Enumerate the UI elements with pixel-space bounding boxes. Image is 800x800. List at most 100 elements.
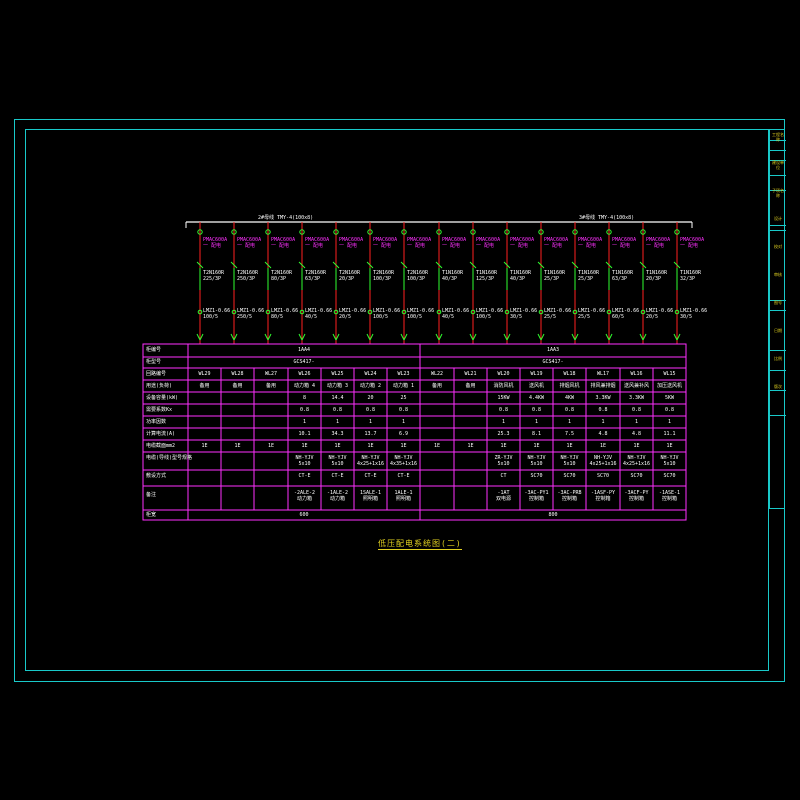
table-cell: 6.9 <box>398 431 409 437</box>
table-cell: 加压送风机 <box>656 383 682 389</box>
feeder-meter-tag: PMAC600A 一 配电 <box>476 237 501 249</box>
feeder-meter-tag: PMAC600A 一 配电 <box>442 237 467 249</box>
table-cell: WL15 <box>663 371 676 377</box>
table-row-label: 功率因数 <box>146 419 167 425</box>
table-cell: 3.3KW <box>595 395 611 401</box>
panel-model: GCS417- <box>293 359 315 365</box>
table-cell: -1AT 双电源 <box>495 490 511 502</box>
feeder-breaker-tag: T2N160R 100/3P <box>373 270 395 282</box>
feeder-breaker-tag: T1N160R 40/3P <box>510 270 532 282</box>
table-cell: 1 <box>534 419 538 425</box>
table-cell: 1 <box>667 419 671 425</box>
table-cell: 1 <box>501 419 505 425</box>
table-cell: 1E <box>533 443 540 449</box>
feeder-ct-tag: LMZ1-0.66 20/5 <box>646 308 674 320</box>
table-cell: 1E <box>599 443 607 449</box>
table-cell: 34.3 <box>331 431 344 437</box>
table-cell: 排风兼排烟 <box>590 383 616 389</box>
table-cell: 备用 <box>199 383 210 389</box>
table-cell: 1 <box>302 419 306 425</box>
table-cell: 0.8 <box>564 407 575 413</box>
table-cell: SC70 <box>530 473 543 479</box>
table-cell: 7.5 <box>564 431 575 437</box>
table-cell: SC70 <box>630 473 643 479</box>
feeder-ct-tag: LMZ1-0.66 100/5 <box>476 308 504 320</box>
table-cell: 消防风机 <box>493 383 514 389</box>
table-cell: WL24 <box>364 371 377 377</box>
table-cell: 1SALE-1 照明箱 <box>359 490 382 502</box>
feeder-ct-tag: LMZ1-0.66 100/5 <box>203 308 231 320</box>
table-cell: 动力箱 2 <box>359 383 382 389</box>
table-cell: 1 <box>634 419 638 425</box>
table-row-label: 柜编号 <box>146 347 162 353</box>
table-cell: 8 <box>302 395 306 401</box>
feeder-meter-tag: PMAC600A 一 配电 <box>305 237 330 249</box>
table-row-label: 柜型号 <box>146 359 162 365</box>
feeder-ct-tag: LMZ1-0.66 20/5 <box>339 308 367 320</box>
table-cell: ZR-YJV 5x10 <box>494 455 513 467</box>
table-cell: 0.8 <box>598 407 608 413</box>
table-cell: NH-YJV 5x10 <box>560 455 579 467</box>
table-cell: NH-YJV 5x10 <box>527 455 546 467</box>
table-cell: 10.1 <box>298 431 311 437</box>
feeder-breaker-tag: T1N160R 63/3P <box>612 270 634 282</box>
table-cell: 1 <box>335 419 339 425</box>
table-cell: 动力箱 4 <box>293 383 316 389</box>
panel-width: 600 <box>299 512 309 518</box>
table-cell: 备用 <box>265 383 276 389</box>
table-cell: 备用 <box>232 383 243 389</box>
table-cell: 4.8 <box>631 431 642 437</box>
feeder-breaker-tag: T1N160R 32/3P <box>680 270 702 282</box>
feeder-meter-tag: PMAC600A 一 配电 <box>578 237 603 249</box>
table-cell: 动力箱 1 <box>392 383 415 389</box>
table-cell: WL25 <box>331 371 344 377</box>
table-cell: CT-E <box>397 473 410 479</box>
feeder-meter-tag: PMAC600A 一 配电 <box>407 237 432 249</box>
table-cell: 3.3KW <box>628 395 645 401</box>
table-cell: WL21 <box>464 371 477 377</box>
table-cell: WL20 <box>497 371 510 377</box>
table-cell: NH-YJV 5x10 <box>328 455 347 467</box>
table-cell: 0.8 <box>664 407 675 413</box>
table-cell: 动力箱 3 <box>326 383 349 389</box>
feeder-meter-tag: PMAC600A 一 配电 <box>612 237 637 249</box>
table-row-label: 需要系数Kx <box>146 407 173 413</box>
table-row-label: 柜宽 <box>146 512 157 518</box>
feeder-ct-tag: LMZ1-0.66 60/5 <box>612 308 640 320</box>
table-cell: 1E <box>334 443 341 449</box>
feeder-ct-tag: LMZ1-0.66 40/5 <box>305 308 333 320</box>
table-cell: WL23 <box>397 371 410 377</box>
table-cell: 1E <box>566 443 573 449</box>
table-cell: 1 <box>401 419 405 425</box>
table-cell: 1 <box>601 419 605 425</box>
feeder-breaker-tag: T1N160R 20/3P <box>646 270 668 282</box>
feeder-meter-tag: PMAC600A 一 配电 <box>237 237 262 249</box>
table-row-label: 计算电流(A) <box>146 431 176 437</box>
table-row-label: 备注 <box>146 492 157 498</box>
panel-name: 1AA3 <box>546 347 560 353</box>
table-cell: 1E <box>267 443 275 449</box>
feeder-meter-tag: PMAC600A 一 配电 <box>203 237 228 249</box>
table-cell: 5KW <box>664 395 675 401</box>
feeder-ct-tag: LMZ1-0.66 25/5 <box>578 308 606 320</box>
feeder-breaker-tag: T1N160R 25/3P <box>544 270 566 282</box>
table-cell: 15KW <box>497 395 510 401</box>
table-cell: 0.8 <box>332 407 343 413</box>
feeder-meter-tag: PMAC600A 一 配电 <box>646 237 671 249</box>
table-cell: -1ASF-PY 控制箱 <box>590 490 616 502</box>
table-cell: CT-E <box>298 473 311 479</box>
table-cell: SC70 <box>563 473 576 479</box>
table-cell: 1E <box>633 443 640 449</box>
table-cell: NH-YJV 4x25+1x16 <box>356 455 385 467</box>
busbar-right-label: 3#母线 TMY-4(100x8) <box>579 215 635 221</box>
feeder-breaker-tag: T2N160R 20/3P <box>339 270 361 282</box>
panel-model: GCS417- <box>542 359 564 365</box>
table-cell: 1E <box>500 443 507 449</box>
feeder-ct-tag: LMZ1-0.66 100/5 <box>373 308 401 320</box>
drawing-caption: 低压配电系统图(二) <box>378 539 462 550</box>
table-cell: CT-E <box>331 473 344 479</box>
table-cell: 14.4 <box>331 395 344 401</box>
table-row-label: 电缆(导线)型号规格 <box>146 455 193 461</box>
table-cell: 11.1 <box>663 431 676 437</box>
feeder-meter-tag: PMAC600A 一 配电 <box>373 237 398 249</box>
